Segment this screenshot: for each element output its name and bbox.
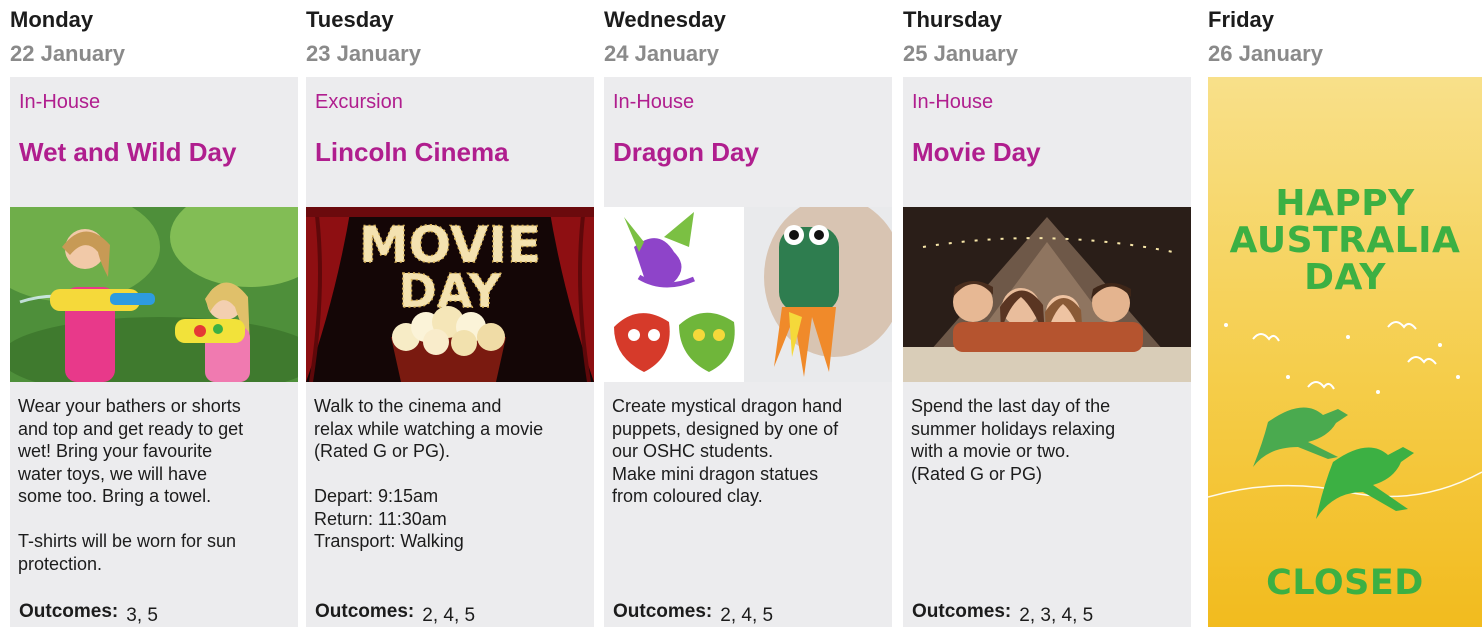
day-date: 23 January	[306, 41, 421, 66]
activity-category: In-House	[19, 91, 101, 113]
outcomes: Outcomes: 2, 3, 4, 5	[912, 601, 1094, 626]
outcomes-label: Outcomes:	[912, 601, 1012, 622]
day-column-friday: Friday 26 January HAPPY AUSTRALIA DAY CL…	[1208, 0, 1482, 627]
day-column-monday: Monday 22 January In-House Wet and Wild …	[10, 0, 298, 627]
activity-description: Walk to the cinema and relax while watch…	[314, 396, 544, 551]
day-column-thursday: Thursday 25 January In-House Movie Day S…	[903, 0, 1191, 627]
outcomes-value: 2, 3, 4, 5	[1019, 605, 1094, 626]
closed-label: CLOSED	[1266, 563, 1424, 603]
banner-line-australia: AUSTRALIA	[1229, 220, 1461, 261]
activity-category: In-House	[912, 91, 994, 113]
day-column-wednesday: Wednesday 24 January In-House Dragon Day	[604, 0, 892, 627]
outcomes: Outcomes: 2, 4, 5	[613, 601, 774, 626]
banner-line-day: DAY	[1304, 257, 1386, 298]
day-name: Thursday	[903, 7, 1003, 32]
outcomes: Outcomes: 2, 4, 5	[315, 601, 476, 626]
activity-card: In-House Movie Day Spend the last day of…	[903, 77, 1191, 627]
day-date: 25 January	[903, 41, 1018, 66]
day-column-tuesday: Tuesday 23 January Excursion Lincoln Cin…	[306, 0, 594, 627]
outcomes-label: Outcomes:	[613, 601, 713, 622]
outcomes-label: Outcomes:	[19, 601, 119, 622]
activity-title: Dragon Day	[613, 137, 759, 167]
dragon-crafts-photo	[604, 207, 892, 382]
day-date: 22 January	[10, 41, 125, 66]
outcomes-value: 3, 5	[126, 605, 158, 626]
activity-description: Create mystical dragon hand puppets, des…	[612, 396, 843, 506]
outcomes-value: 2, 4, 5	[720, 605, 774, 626]
activity-card: In-House Dragon Day Create mystical drag…	[604, 77, 892, 627]
kangaroo-illustration	[1208, 321, 1482, 519]
banner-line-happy: HAPPY	[1275, 183, 1415, 224]
activity-description: Wear your bathers or shorts and top and …	[18, 396, 244, 574]
outcomes: Outcomes: 3, 5	[19, 601, 158, 626]
day-name: Wednesday	[604, 7, 726, 32]
day-name: Tuesday	[306, 7, 394, 32]
activity-title: Movie Day	[912, 137, 1041, 167]
activity-category: Excursion	[315, 91, 403, 113]
australia-day-banner: HAPPY AUSTRALIA DAY CLOSED	[1208, 77, 1482, 627]
activity-card: Excursion Lincoln Cinema MOVIE DAY Walk …	[306, 77, 594, 627]
activity-title: Wet and Wild Day	[19, 137, 237, 167]
outcomes-label: Outcomes:	[315, 601, 415, 622]
activity-description: Spend the last day of the summer holiday…	[911, 396, 1116, 484]
day-date: 24 January	[604, 41, 719, 66]
day-name: Friday	[1208, 7, 1275, 32]
outcomes-value: 2, 4, 5	[422, 605, 476, 626]
day-name: Monday	[10, 7, 94, 32]
activity-card: In-House Wet and Wild Day Wear your bath…	[10, 77, 298, 627]
day-date: 26 January	[1208, 41, 1323, 66]
activity-title: Lincoln Cinema	[315, 137, 509, 167]
activity-category: In-House	[613, 91, 695, 113]
water-play-photo	[10, 207, 298, 382]
kids-in-tent-photo	[903, 207, 1191, 382]
movie-day-photo: MOVIE DAY	[306, 207, 594, 382]
